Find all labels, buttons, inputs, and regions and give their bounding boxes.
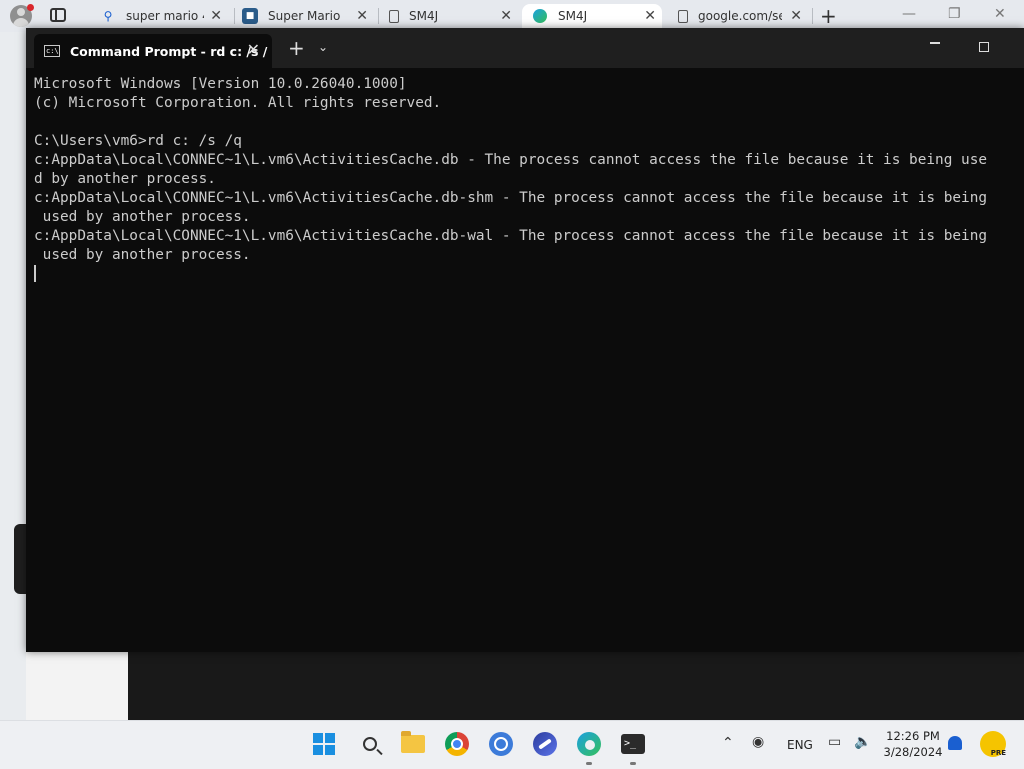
close-tab-icon[interactable]: ✕ xyxy=(500,8,512,24)
site-icon: ■ xyxy=(242,8,258,24)
edge-icon[interactable] xyxy=(576,731,602,765)
close-tab-icon[interactable]: ✕ xyxy=(790,8,802,24)
browser-tab-label: google.com/se xyxy=(698,9,782,23)
terminal-line: used by another process. xyxy=(34,247,251,263)
volume-icon[interactable]: 🔈 xyxy=(854,734,871,750)
tab-divider xyxy=(812,8,813,24)
document-icon xyxy=(678,9,688,23)
notification-dot-icon xyxy=(27,4,34,11)
close-window-icon[interactable]: ✕ xyxy=(994,6,1006,22)
terminal-titlebar[interactable]: c:\ Command Prompt - rd c: /s / ✕ + ⌄ xyxy=(26,28,1024,68)
chevron-up-icon[interactable]: ⌃ xyxy=(722,735,734,751)
browser-tab-label: SM4J xyxy=(409,9,439,23)
close-tab-icon[interactable]: ✕ xyxy=(644,8,656,24)
terminal-icon[interactable]: >_ xyxy=(620,731,646,765)
minimize-icon[interactable]: — xyxy=(902,6,916,22)
browser-tab-1[interactable]: ⚲ super mario 4 ✕ xyxy=(100,4,228,28)
terminal-line: c:AppData\Local\CONNEC~1\L.vm6\Activitie… xyxy=(34,228,988,244)
browser-tab-4-active[interactable]: SM4J ✕ xyxy=(522,4,662,28)
terminal-line: used by another process. xyxy=(34,209,251,225)
close-tab-icon[interactable]: ✕ xyxy=(356,8,368,24)
search-icon: ⚲ xyxy=(103,9,113,23)
browser-tab-3[interactable]: SM4J ✕ xyxy=(386,4,518,28)
terminal-tab[interactable]: c:\ Command Prompt - rd c: /s / ✕ xyxy=(34,34,272,68)
clock-date: 3/28/2024 xyxy=(883,745,943,759)
browser-tab-label: Super Mario 4 xyxy=(268,9,344,23)
close-tab-icon[interactable]: ✕ xyxy=(210,8,222,24)
terminal-line: C:\Users\vm6>rd c: /s /q xyxy=(34,133,242,149)
network-off-icon[interactable]: ◉ xyxy=(752,734,764,750)
background-window-area xyxy=(26,652,128,720)
text-cursor xyxy=(34,265,36,282)
terminal-tab-title: Command Prompt - rd c: /s / xyxy=(70,43,268,59)
terminal-line: c:AppData\Local\CONNEC~1\L.vm6\Activitie… xyxy=(34,152,988,168)
edge-icon xyxy=(532,8,548,24)
browser-tab-5[interactable]: google.com/se ✕ xyxy=(668,4,808,28)
chrome-icon[interactable] xyxy=(444,731,470,757)
maximize-icon[interactable] xyxy=(979,42,989,52)
terminal-window[interactable]: c:\ Command Prompt - rd c: /s / ✕ + ⌄ Mi… xyxy=(26,28,1024,652)
terminal-line: (c) Microsoft Corporation. All rights re… xyxy=(34,95,442,111)
background-window-dark-area xyxy=(128,652,1024,720)
terminal-output[interactable]: Microsoft Windows [Version 10.0.26040.10… xyxy=(34,75,1024,645)
terminal-line: d by another process. xyxy=(34,171,216,187)
browser-tab-2[interactable]: ■ Super Mario 4 ✕ xyxy=(242,4,374,28)
restore-icon[interactable]: ❐ xyxy=(948,6,961,22)
weather-badge: PRE xyxy=(990,749,1006,757)
command-prompt-icon: c:\ xyxy=(44,45,60,57)
clock-time: 12:26 PM xyxy=(886,729,940,743)
browser-tab-label: super mario 4 xyxy=(126,9,204,23)
document-icon xyxy=(389,9,399,23)
weather-icon[interactable]: PRE xyxy=(980,731,1006,757)
chevron-down-icon[interactable]: ⌄ xyxy=(318,40,328,54)
circle-app-icon[interactable] xyxy=(488,731,514,757)
terminal-line: c:AppData\Local\CONNEC~1\L.vm6\Activitie… xyxy=(34,190,988,206)
new-terminal-tab-icon[interactable]: + xyxy=(288,36,305,60)
notification-bell-icon[interactable] xyxy=(948,736,962,750)
new-tab-icon[interactable]: + xyxy=(820,4,837,28)
taskbar: >_ ⌃ ◉ ENG ▭ 🔈 xyxy=(0,720,1024,769)
close-tab-icon[interactable]: ✕ xyxy=(247,40,260,59)
wing-app-icon[interactable] xyxy=(532,731,558,757)
display-icon[interactable]: ▭ xyxy=(828,734,841,750)
tab-divider xyxy=(378,8,379,24)
terminal-line: Microsoft Windows [Version 10.0.26040.10… xyxy=(34,76,407,92)
file-explorer-icon[interactable] xyxy=(400,731,426,757)
browser-tab-label: SM4J xyxy=(558,9,588,23)
start-icon[interactable] xyxy=(311,731,337,757)
minimize-icon[interactable] xyxy=(930,42,940,44)
tab-divider xyxy=(234,8,235,24)
search-icon[interactable] xyxy=(357,731,383,757)
language-indicator[interactable]: ENG xyxy=(787,738,813,752)
clock[interactable]: 12:26 PM 3/28/2024 xyxy=(880,728,946,760)
tab-actions-icon[interactable] xyxy=(50,8,66,22)
